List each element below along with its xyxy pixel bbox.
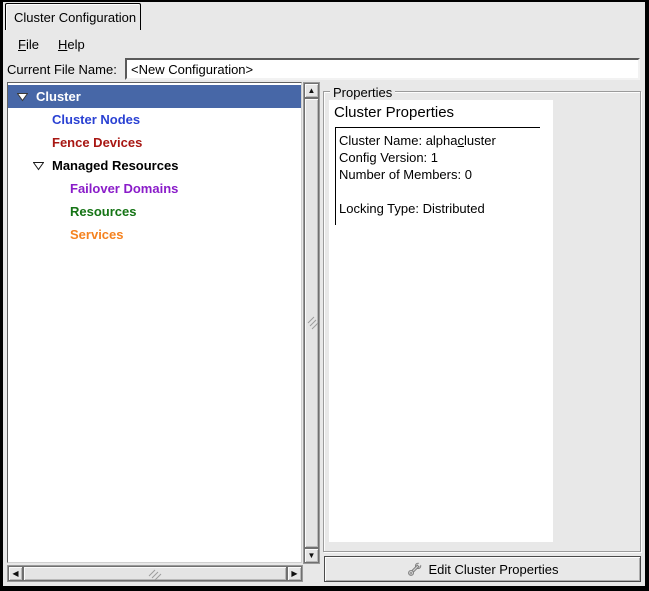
edit-cluster-properties-button[interactable]: Edit Cluster Properties <box>324 556 641 582</box>
cluster-name-row: Cluster Name: alphacluster <box>339 132 540 149</box>
tree-item-label: Fence Devices <box>52 135 142 150</box>
right-arrow-icon: ▶ <box>291 570 297 578</box>
tree-item-label: Managed Resources <box>52 158 178 173</box>
menubar: File Help <box>5 33 89 55</box>
locking-type-row: Locking Type: Distributed <box>339 200 540 217</box>
tree-item-label: Failover Domains <box>70 181 178 196</box>
scroll-up-button[interactable]: ▲ <box>304 83 319 98</box>
grip-icon <box>148 568 162 580</box>
expander-icon[interactable] <box>17 92 28 101</box>
tree-item-cluster[interactable]: Cluster <box>8 85 301 108</box>
tree-item-cluster-nodes[interactable]: Cluster Nodes <box>8 108 301 131</box>
properties-heading: Cluster Properties <box>334 104 553 127</box>
spacer-row <box>339 183 540 200</box>
tab-label: Cluster Configuration <box>14 10 136 25</box>
scroll-down-button[interactable]: ▼ <box>304 548 319 563</box>
tree-item-label: Cluster Nodes <box>52 112 140 127</box>
left-arrow-icon: ◀ <box>12 570 18 578</box>
config-version-row: Config Version: 1 <box>339 149 540 166</box>
tree-item-label: Services <box>70 227 124 242</box>
current-file-name-input[interactable] <box>125 58 640 80</box>
num-members-row: Number of Members: 0 <box>339 166 540 183</box>
tree-item-services[interactable]: Services <box>8 223 301 246</box>
vertical-scrollbar-thumb[interactable] <box>304 98 319 548</box>
properties-box: Cluster Name: alphacluster Config Versio… <box>335 127 540 225</box>
edit-button-label: Edit Cluster Properties <box>428 562 558 577</box>
tree-item-label: Cluster <box>36 89 81 104</box>
current-file-name-label: Current File Name: <box>7 62 117 77</box>
tree-item-label: Resources <box>70 204 136 219</box>
cluster-tree: Cluster Cluster Nodes Fence Devices Mana… <box>7 82 302 563</box>
tree-item-fence-devices[interactable]: Fence Devices <box>8 131 301 154</box>
horizontal-scrollbar-thumb[interactable] <box>23 566 287 581</box>
properties-frame-label: Properties <box>330 85 395 100</box>
menu-help[interactable]: Help <box>54 36 89 53</box>
grip-icon <box>306 316 318 330</box>
down-arrow-icon: ▼ <box>308 552 316 560</box>
properties-content: Cluster Properties Cluster Name: alphacl… <box>329 100 553 542</box>
scroll-left-button[interactable]: ◀ <box>8 566 23 581</box>
tree-item-failover-domains[interactable]: Failover Domains <box>8 177 301 200</box>
tree-item-managed-resources[interactable]: Managed Resources <box>8 154 301 177</box>
tree-item-resources[interactable]: Resources <box>8 200 301 223</box>
cluster-configuration-window: Cluster Configuration File Help Current … <box>0 0 649 591</box>
scroll-right-button[interactable]: ▶ <box>287 566 302 581</box>
tree-horizontal-scrollbar[interactable]: ◀ ▶ <box>7 565 303 582</box>
up-arrow-icon: ▲ <box>308 87 316 95</box>
expander-icon[interactable] <box>33 161 44 170</box>
tree-vertical-scrollbar[interactable]: ▲ ▼ <box>303 82 320 564</box>
wrench-icon <box>406 561 423 578</box>
menu-file[interactable]: File <box>14 36 43 53</box>
tab-cluster-configuration[interactable]: Cluster Configuration <box>5 3 141 30</box>
